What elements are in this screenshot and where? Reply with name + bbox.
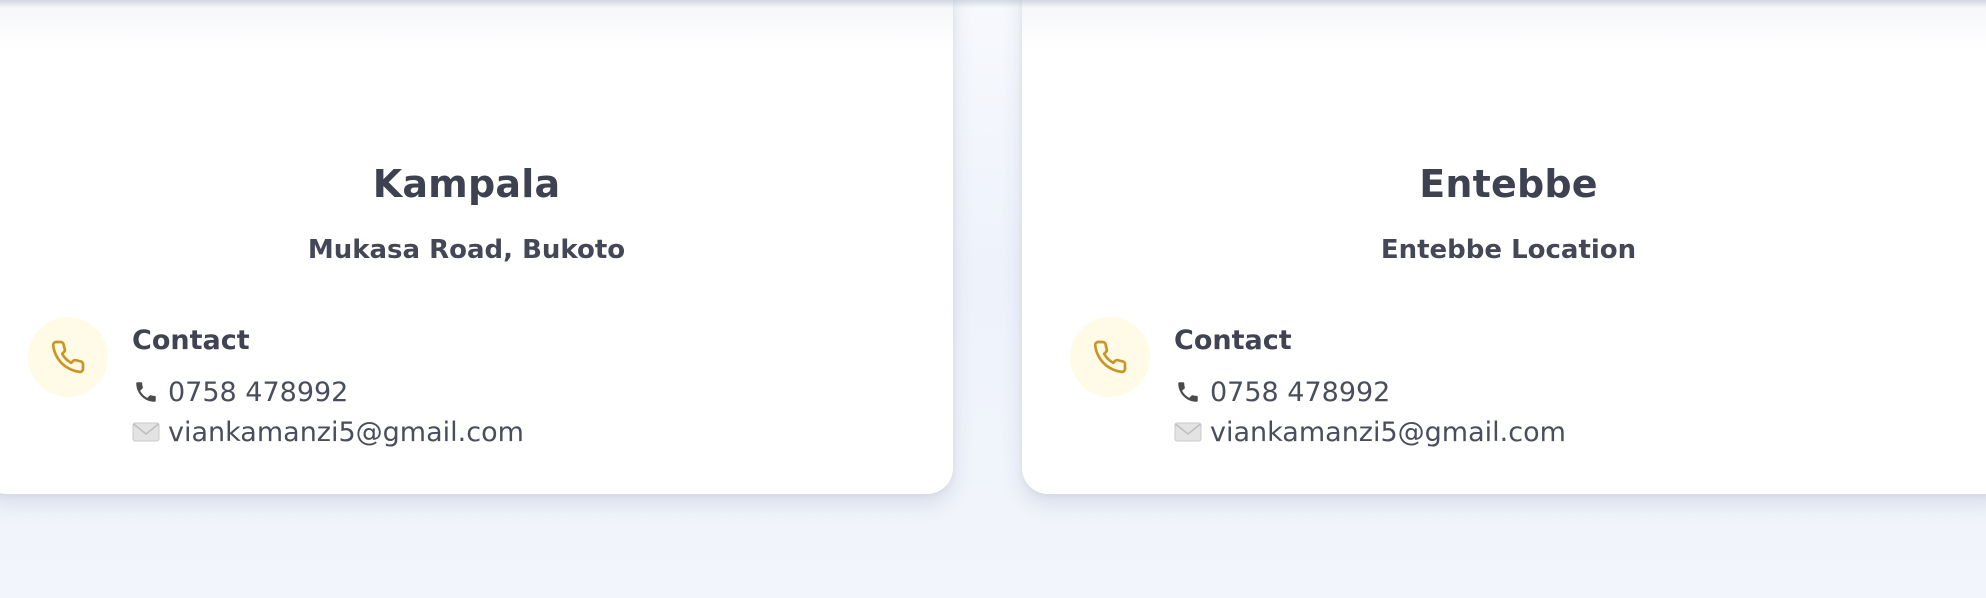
- phone-icon: [1070, 317, 1150, 397]
- telephone-receiver-icon: [1174, 378, 1202, 406]
- location-city-title: Entebbe: [1419, 162, 1598, 206]
- location-city-title: Kampala: [372, 162, 561, 206]
- phone-line: 0758 478992: [132, 372, 892, 412]
- location-card-kampala: Kampala Mukasa Road, Bukoto Contact 0758…: [0, 0, 953, 494]
- email-address[interactable]: viankamanzi5@gmail.com: [1210, 417, 1566, 448]
- phone-number[interactable]: 0758 478992: [1210, 377, 1390, 408]
- card-top-fade: [0, 0, 953, 50]
- card-top-fade: [1022, 0, 1986, 50]
- envelope-icon: [1174, 418, 1202, 446]
- phone-line: 0758 478992: [1174, 372, 1934, 412]
- contact-block: Contact 0758 478992 viankamanzi5@gmail.c…: [1174, 327, 1934, 452]
- telephone-receiver-icon: [132, 378, 160, 406]
- contact-block: Contact 0758 478992 viankamanzi5@gmail.c…: [132, 327, 892, 452]
- location-address: Entebbe Location: [1380, 235, 1637, 265]
- email-line: viankamanzi5@gmail.com: [1174, 412, 1934, 452]
- location-address: Mukasa Road, Bukoto: [307, 235, 626, 265]
- contact-heading: Contact: [132, 325, 250, 356]
- email-line: viankamanzi5@gmail.com: [132, 412, 892, 452]
- phone-icon: [28, 317, 108, 397]
- phone-number[interactable]: 0758 478992: [168, 377, 348, 408]
- email-address[interactable]: viankamanzi5@gmail.com: [168, 417, 524, 448]
- contact-heading: Contact: [1174, 325, 1292, 356]
- location-card-entebbe: Entebbe Entebbe Location Contact 0758 47…: [1022, 0, 1986, 494]
- envelope-icon: [132, 418, 160, 446]
